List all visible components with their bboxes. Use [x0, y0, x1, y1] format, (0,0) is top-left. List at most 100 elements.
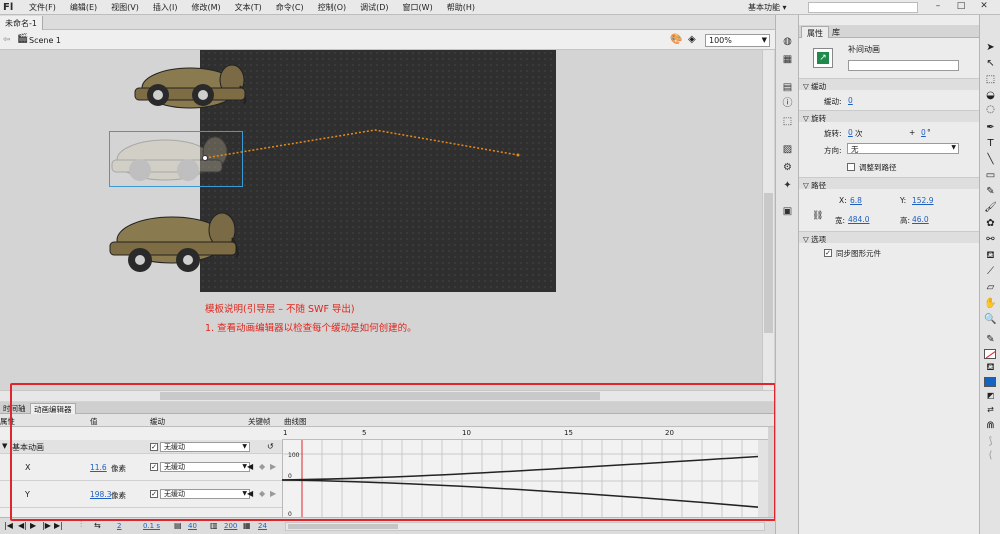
back-arrow-icon[interactable]: ⇦	[3, 35, 11, 45]
paint-bucket-tool-icon[interactable]: ⛾	[983, 249, 998, 263]
section-path[interactable]: ▽ 路径	[799, 177, 979, 190]
rotate-count[interactable]: 0	[848, 128, 853, 137]
height-value[interactable]: 46.0	[912, 215, 929, 224]
swap-colors-icon[interactable]: ⇄	[983, 403, 998, 417]
deco-tool-icon[interactable]: ✿	[983, 217, 998, 231]
ease-value[interactable]: 0	[848, 96, 853, 105]
transform-icon[interactable]: ⬚	[781, 115, 794, 128]
pen-tool-icon[interactable]: ✒	[983, 121, 998, 135]
prev-frame-icon[interactable]: ◀|	[18, 521, 27, 530]
first-frame-icon[interactable]: |◀	[4, 521, 13, 530]
menu-file[interactable]: 文件(F)	[22, 2, 63, 13]
stroke-color-swatch[interactable]	[984, 349, 997, 359]
stroke-color-icon[interactable]: ✎	[983, 333, 998, 347]
menu-modify[interactable]: 修改(M)	[184, 2, 227, 13]
current-frame[interactable]: 2	[117, 522, 121, 530]
motion-presets-icon[interactable]: ✦	[781, 179, 794, 192]
section-rotation[interactable]: ▽ 旋转	[799, 110, 979, 123]
lasso-tool-icon[interactable]: ◌	[983, 103, 998, 117]
motion-path[interactable]	[204, 129, 519, 159]
eyedropper-tool-icon[interactable]: ⟋	[983, 265, 998, 279]
menu-help[interactable]: 帮助(H)	[440, 2, 482, 13]
fill-color-swatch[interactable]	[984, 377, 996, 387]
snap-to-objects-icon[interactable]: ⋒	[983, 419, 998, 433]
elephant-car-top[interactable]	[134, 64, 247, 109]
pencil-tool-icon[interactable]: ✎	[983, 185, 998, 199]
workspace-switcher[interactable]: 基本功能 ▾	[748, 2, 787, 13]
document-tab[interactable]: 未命名-1	[0, 16, 43, 30]
path-start-point[interactable]	[202, 155, 208, 161]
tab-library[interactable]: 库	[827, 26, 845, 38]
tab-properties[interactable]: 属性	[801, 26, 829, 38]
menu-debug[interactable]: 调试(D)	[353, 2, 395, 13]
align-icon[interactable]: ▤	[781, 81, 794, 94]
last-frame-icon[interactable]: ▶|	[54, 521, 63, 530]
lock-ratio-icon[interactable]: ⛓	[812, 211, 823, 221]
info-icon[interactable]: ⓘ	[781, 97, 794, 110]
play-icon[interactable]: ▶	[30, 521, 36, 530]
chevron-down-icon: ▼	[761, 36, 767, 44]
menu-edit[interactable]: 编辑(E)	[63, 2, 104, 13]
close-button[interactable]: ✕	[976, 1, 992, 13]
menu-insert[interactable]: 插入(I)	[146, 2, 185, 13]
rectangle-tool-icon[interactable]: ▭	[983, 169, 998, 183]
straighten-icon[interactable]: ⟨	[983, 449, 998, 463]
expand-icon[interactable]: ▼	[2, 442, 7, 450]
text-tool-icon[interactable]: T	[983, 137, 998, 151]
elephant-car-ghost[interactable]	[111, 136, 228, 181]
minimize-button[interactable]: –	[930, 1, 946, 13]
scene-name[interactable]: Scene 1	[29, 36, 61, 45]
elapsed-time[interactable]: 0.1 s	[143, 522, 160, 530]
section-ease[interactable]: ▽ 缓动	[799, 78, 979, 91]
instance-name-input[interactable]	[848, 60, 959, 71]
zoom-tool-icon[interactable]: 🔍	[983, 313, 998, 327]
path-end-point[interactable]	[516, 153, 520, 157]
menu-window[interactable]: 窗口(W)	[396, 2, 440, 13]
free-transform-tool-icon[interactable]: ⬚	[983, 73, 998, 87]
3d-rotation-tool-icon[interactable]: ◒	[983, 89, 998, 103]
expanded-size-value[interactable]: 200	[224, 522, 237, 530]
sync-symbols-checkbox[interactable]: ✓	[824, 249, 832, 257]
fill-color-icon[interactable]: ⛾	[983, 361, 998, 375]
graph-size-value[interactable]: 40	[188, 522, 197, 530]
menu-commands[interactable]: 命令(C)	[269, 2, 311, 13]
edit-scene-icon[interactable]: 🎨	[670, 34, 682, 45]
loop-icon[interactable]: ⇆	[94, 521, 101, 530]
help-search-input[interactable]	[808, 2, 918, 13]
history-icon[interactable]: ▣	[781, 205, 794, 218]
rotate-degrees[interactable]: 0	[921, 128, 926, 137]
orient-to-path-checkbox[interactable]	[847, 163, 855, 171]
bone-tool-icon[interactable]: ⚯	[983, 233, 998, 247]
direction-select[interactable]: 无 ▼	[847, 143, 959, 154]
zoom-select[interactable]: 100% ▼	[705, 34, 770, 47]
brush-tool-icon[interactable]: 🖌	[983, 201, 998, 215]
maximize-button[interactable]: □	[953, 1, 969, 13]
edit-symbol-icon[interactable]: ◈	[688, 34, 696, 45]
color-icon[interactable]: ◍	[781, 35, 794, 48]
black-white-icon[interactable]: ◩	[983, 389, 998, 403]
menu-text[interactable]: 文本(T)	[228, 2, 269, 13]
menu-view[interactable]: 视图(V)	[104, 2, 146, 13]
graph-horizontal-scrollbar[interactable]	[285, 522, 765, 531]
swatches-icon[interactable]: ▦	[781, 53, 794, 66]
elephant-car-bottom[interactable]	[109, 212, 239, 272]
width-value[interactable]: 484.0	[848, 215, 869, 224]
smooth-icon[interactable]: ⟆	[983, 435, 998, 449]
y-value[interactable]: 152.9	[912, 196, 933, 205]
hand-tool-icon[interactable]: ✋	[983, 297, 998, 311]
scene-icon: 🎬	[17, 34, 29, 44]
section-options[interactable]: ▽ 选项	[799, 231, 979, 244]
menu-control[interactable]: 控制(O)	[311, 2, 354, 13]
next-frame-icon[interactable]: |▶	[42, 521, 51, 530]
x-value[interactable]: 6.8	[850, 196, 862, 205]
code-snippets-icon[interactable]: ▨	[781, 143, 794, 156]
eraser-tool-icon[interactable]: ▱	[983, 281, 998, 295]
properties-tabs: 属性 库	[799, 25, 979, 38]
subselection-tool-icon[interactable]: ↖	[983, 57, 998, 71]
frames-visible-value[interactable]: 24	[258, 522, 267, 530]
stage-vertical-scrollbar[interactable]	[762, 50, 774, 392]
components-icon[interactable]: ⚙	[781, 161, 794, 174]
selection-tool-icon[interactable]: ➤	[983, 41, 998, 55]
playhead-icon[interactable]: ⫶	[80, 520, 82, 530]
line-tool-icon[interactable]: ╲	[983, 153, 998, 167]
